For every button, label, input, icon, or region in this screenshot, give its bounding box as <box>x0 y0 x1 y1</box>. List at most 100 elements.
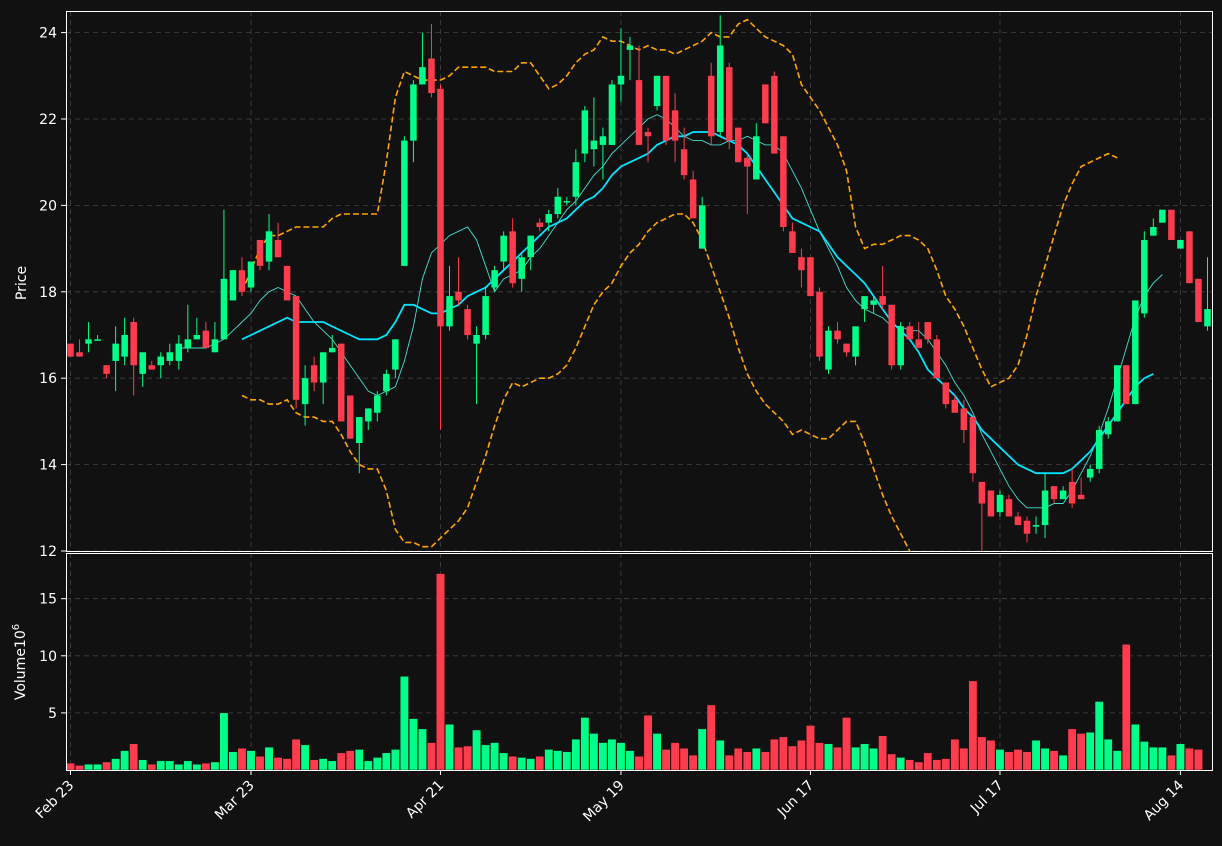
candle-body <box>960 408 968 431</box>
volume-bar <box>1130 724 1140 770</box>
candle <box>283 265 291 301</box>
volume-bar <box>1067 728 1077 770</box>
volume-bar <box>833 746 842 770</box>
candle <box>247 261 255 292</box>
volume-bar <box>679 748 689 770</box>
candle <box>825 326 832 374</box>
volume-bar <box>309 759 319 770</box>
candle-body <box>689 179 697 219</box>
volume-bar <box>273 757 283 770</box>
candle <box>346 395 354 439</box>
candle <box>780 136 787 232</box>
volume-bar <box>526 758 536 770</box>
volume-axis-label-base: 10 <box>13 630 29 648</box>
candle-body <box>834 330 841 340</box>
volume-bar <box>237 748 247 770</box>
volume-bar <box>941 758 951 770</box>
candle-body <box>879 296 886 305</box>
candle <box>464 304 471 340</box>
volume-bar <box>607 738 617 770</box>
candle-body <box>987 490 995 517</box>
volume-bar <box>111 758 120 770</box>
candle-body <box>1123 365 1130 405</box>
candle-body <box>771 75 778 154</box>
volume-bar <box>788 745 797 770</box>
candle-body <box>933 339 941 379</box>
candle <box>933 335 941 379</box>
volume-bar <box>1058 754 1068 770</box>
candle-body <box>1168 209 1175 240</box>
volume-bar <box>1158 746 1167 770</box>
candle-body <box>996 494 1004 513</box>
volume-bar <box>129 743 139 770</box>
candle-body <box>509 231 516 284</box>
candle-body <box>563 201 571 203</box>
candle-body <box>374 395 381 413</box>
candle-body <box>301 378 309 405</box>
candle-body <box>1068 481 1076 504</box>
candle-body <box>482 296 489 335</box>
candle-body <box>1077 494 1085 500</box>
candle-body <box>653 75 661 107</box>
volume-bar <box>381 752 391 770</box>
volume-bar <box>1167 754 1176 770</box>
candle-body <box>554 196 562 215</box>
volume-bar <box>697 728 707 770</box>
volume-bar <box>1194 749 1203 770</box>
candle-body <box>103 365 110 374</box>
candle-body <box>383 373 390 392</box>
volume-bar <box>742 751 752 770</box>
candle-body <box>888 304 895 366</box>
volume-bar <box>986 740 996 770</box>
candle <box>1186 231 1193 284</box>
candle-body <box>707 75 715 137</box>
candle-body <box>1032 525 1040 527</box>
volume-bar <box>1004 751 1014 770</box>
candle <box>771 71 778 154</box>
candle-body <box>220 278 228 340</box>
candle <box>762 84 769 124</box>
candle-body <box>789 231 796 253</box>
volume-bar <box>1148 746 1158 770</box>
candle-body <box>590 140 598 150</box>
candle-body <box>274 239 282 258</box>
volume-bar <box>760 751 770 770</box>
volume-bar <box>779 736 788 770</box>
candle-body <box>229 270 237 301</box>
volume-bar <box>102 761 111 770</box>
volume-bar <box>806 725 815 770</box>
candle-body <box>1005 499 1013 517</box>
volume-bar <box>905 759 915 770</box>
volume-bar <box>977 736 987 770</box>
candle-body <box>1050 486 1058 500</box>
candle-body <box>419 67 426 85</box>
candle-body <box>337 343 345 422</box>
volume-bar <box>219 712 229 770</box>
candle <box>807 257 814 297</box>
candle <box>608 80 616 145</box>
volume-bar <box>210 761 220 770</box>
candle-body <box>1177 239 1184 249</box>
volume-bar <box>661 749 671 770</box>
candle-body <box>1023 520 1031 534</box>
volume-bar <box>1085 732 1095 770</box>
candle-body <box>446 296 453 327</box>
volume-bar <box>842 717 851 770</box>
volume-bar <box>201 762 211 770</box>
volume-bar <box>84 764 93 770</box>
candle-body <box>969 417 977 474</box>
candle-body <box>211 339 219 353</box>
volume-bar <box>1049 750 1059 770</box>
volume-bar <box>634 756 644 770</box>
candle-body <box>365 408 372 422</box>
candle-body <box>193 335 201 340</box>
volume-bar <box>580 717 590 770</box>
volume-bar <box>824 743 833 770</box>
volume-bar <box>327 760 337 770</box>
volume-tick-label: 5 <box>48 706 57 722</box>
price-tick-label: 24 <box>39 26 57 42</box>
candle-body <box>572 162 580 197</box>
candle-body <box>67 343 74 357</box>
candle-body <box>735 127 742 163</box>
volume-bar <box>147 764 157 770</box>
